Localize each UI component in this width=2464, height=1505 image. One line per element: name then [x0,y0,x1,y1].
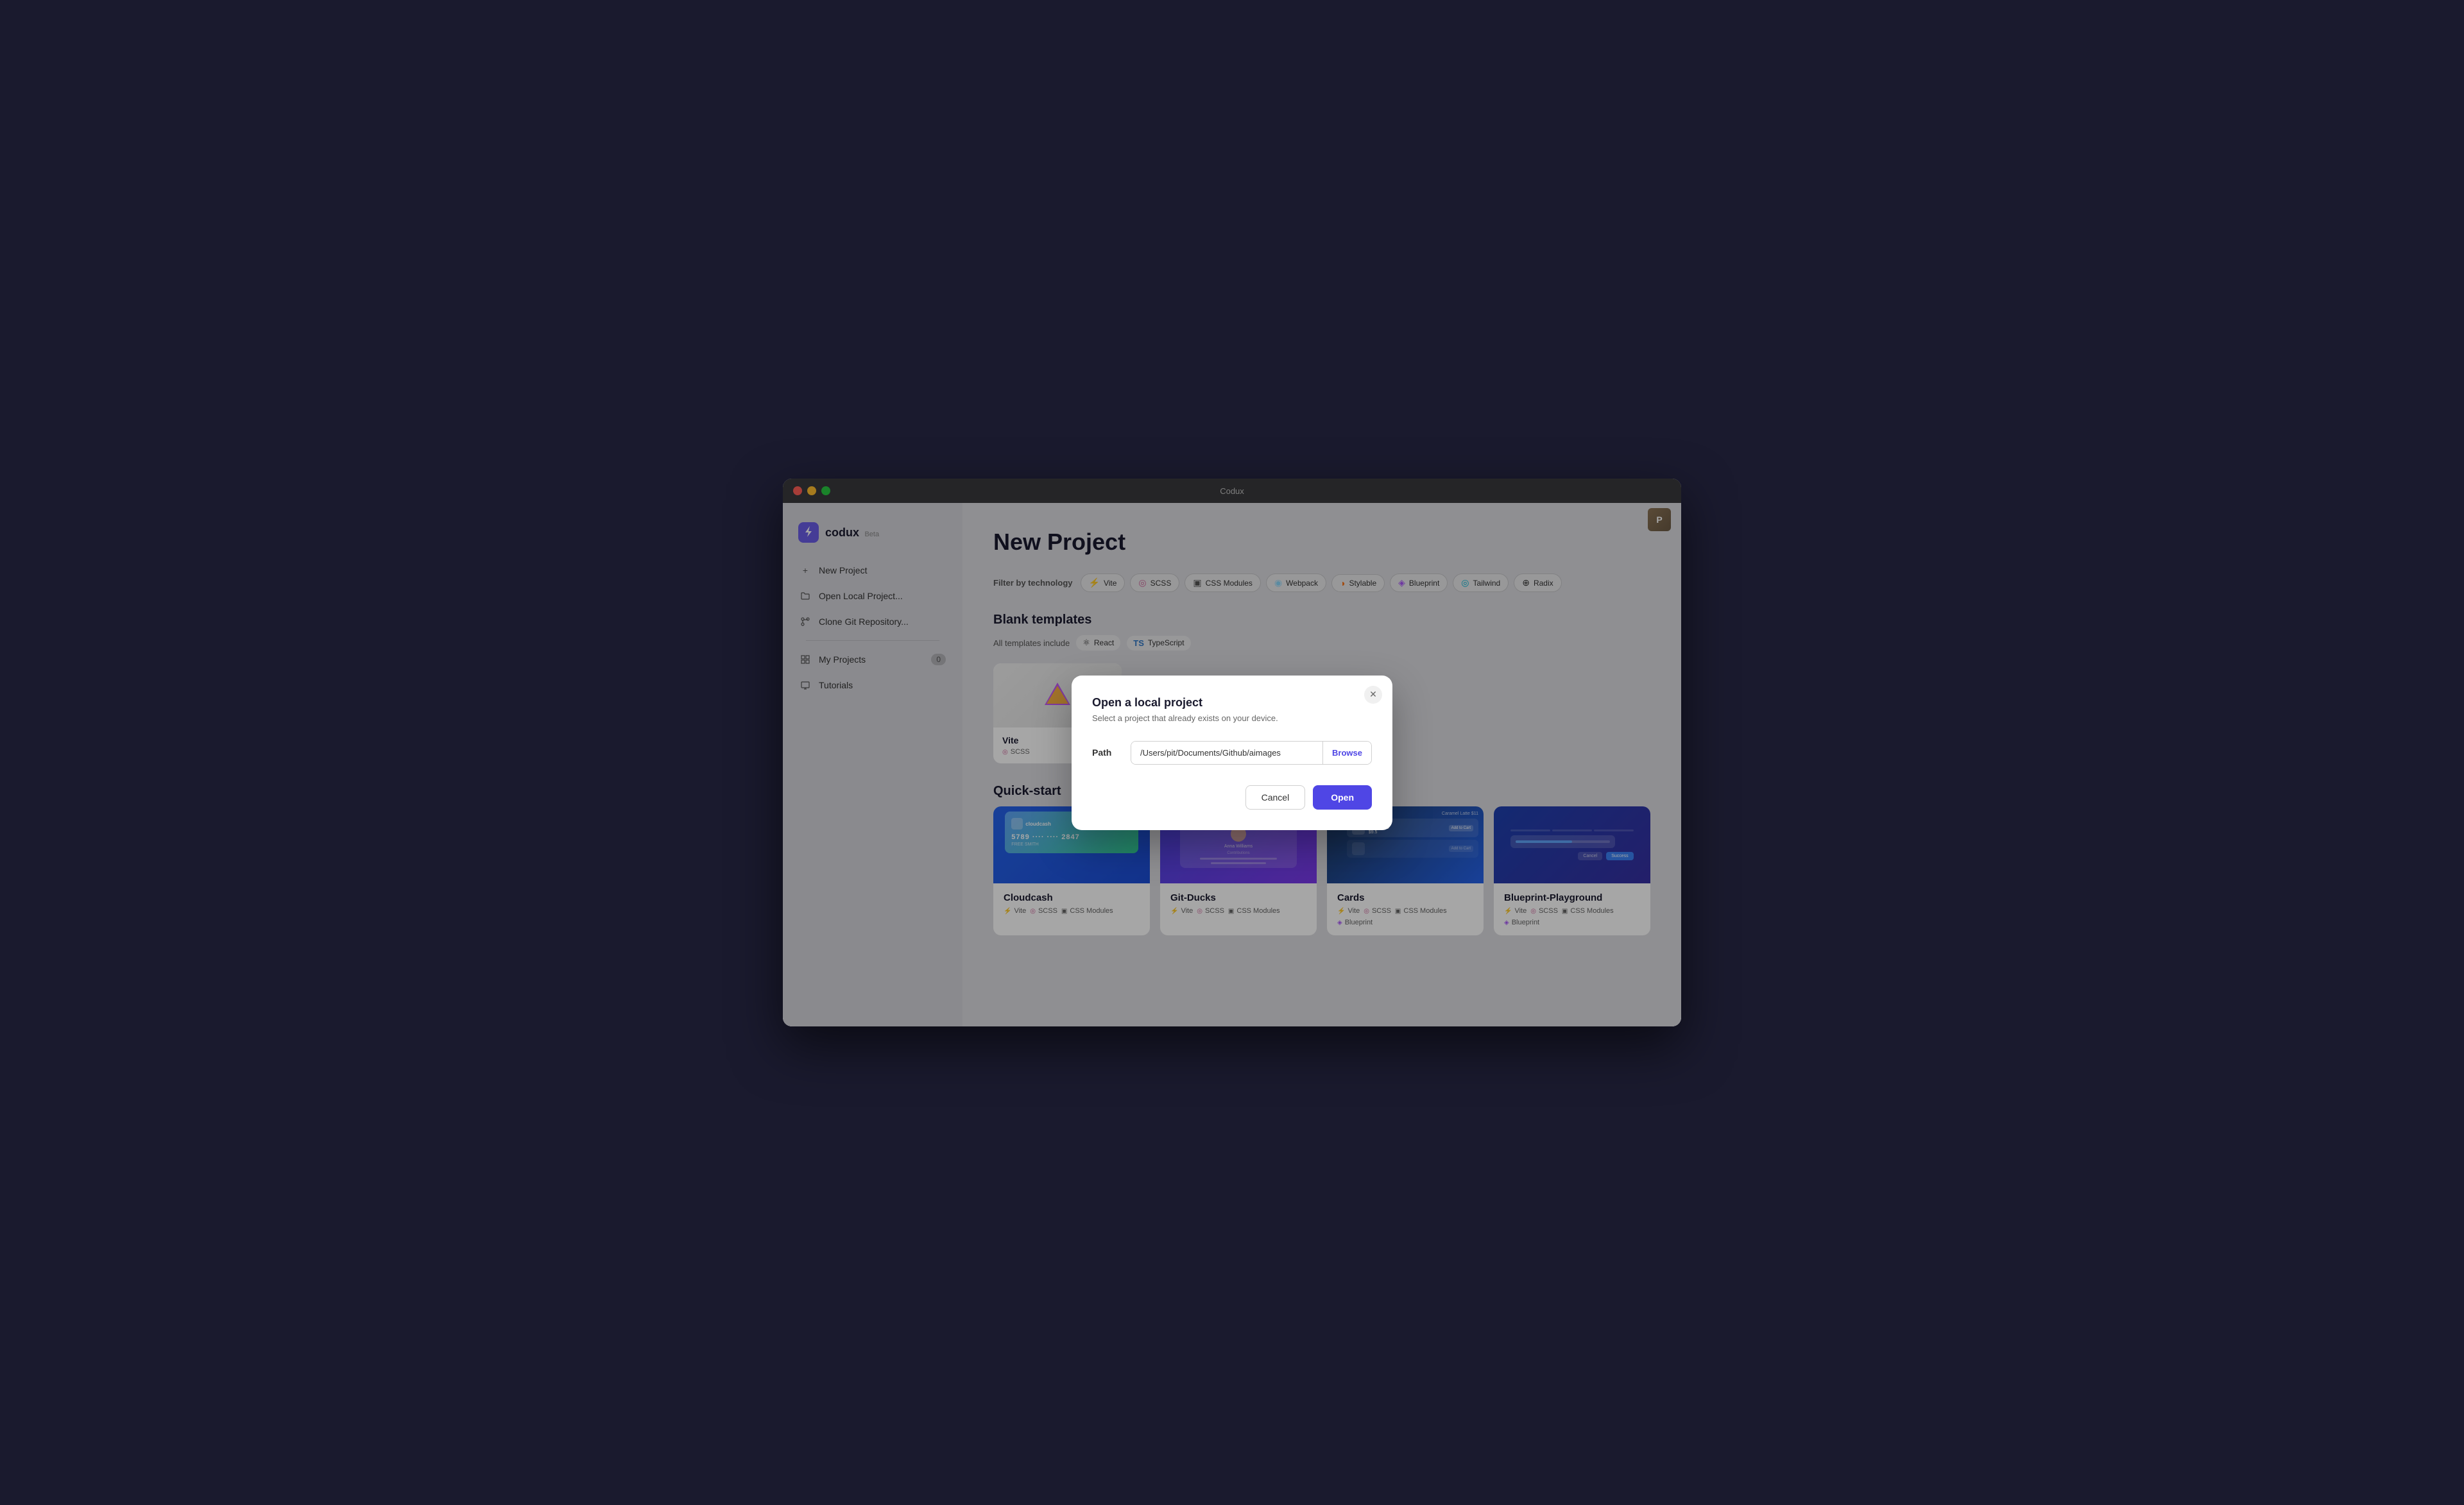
open-button[interactable]: Open [1313,785,1372,810]
modal-title: Open a local project [1092,696,1372,710]
path-input[interactable] [1131,742,1322,764]
cancel-button[interactable]: Cancel [1245,785,1306,810]
modal-actions: Cancel Open [1092,785,1372,810]
modal-subtitle: Select a project that already exists on … [1092,713,1372,723]
modal-path-field: Path Browse [1092,741,1372,765]
path-input-wrap: Browse [1131,741,1372,765]
mac-window: Codux codux Beta + New Project [783,479,1681,1026]
modal-close-button[interactable]: ✕ [1364,686,1382,704]
path-label: Path [1092,747,1118,758]
modal-overlay[interactable]: ✕ Open a local project Select a project … [783,479,1681,1026]
browse-button[interactable]: Browse [1322,742,1371,764]
open-local-project-modal: ✕ Open a local project Select a project … [1072,676,1392,830]
